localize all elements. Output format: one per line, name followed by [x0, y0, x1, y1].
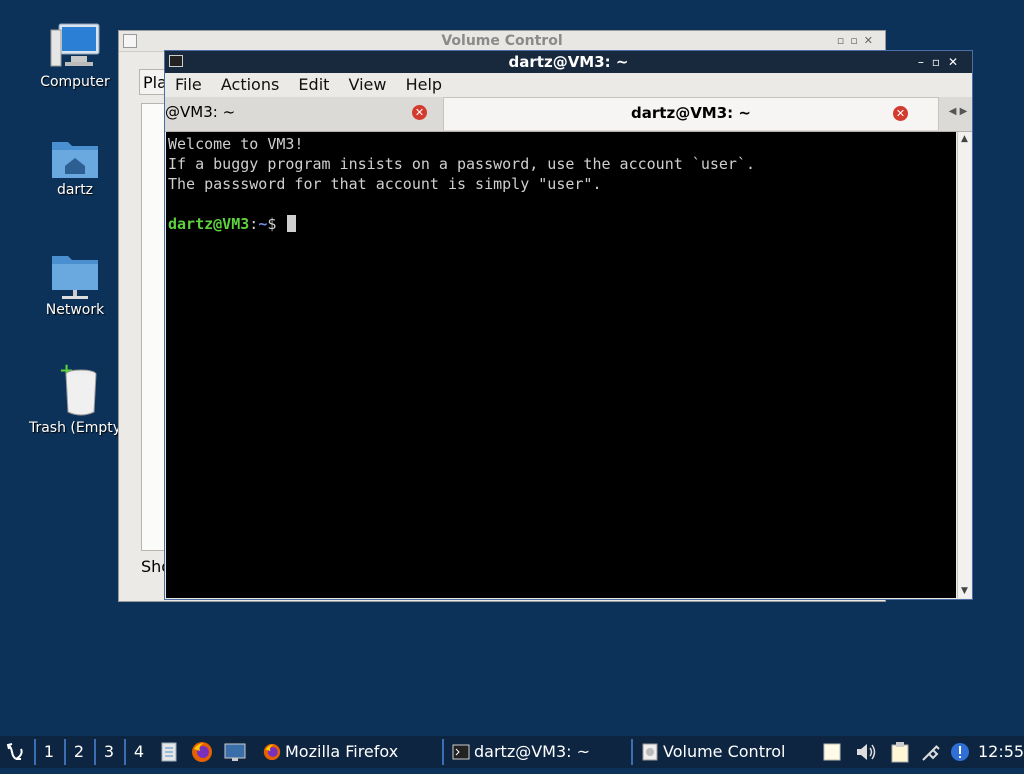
terminal-tabbar: @VM3: ~ ✕ dartz@VM3: ~ ✕ ◀ ▶ — [165, 97, 972, 132]
tray-clipboard[interactable] — [890, 736, 912, 768]
firefox-icon — [263, 743, 281, 761]
terminal-icon — [452, 744, 470, 760]
desktop-icon-label: Computer — [40, 74, 110, 90]
menu-actions[interactable]: Actions — [221, 75, 279, 94]
start-menu-icon — [6, 743, 23, 760]
terminal-scrollbar[interactable]: ▲ ▼ — [957, 132, 971, 598]
trash-icon: + — [59, 362, 97, 416]
network-plug-icon — [922, 745, 940, 761]
terminal-line: If a buggy program insists on a password… — [168, 155, 755, 173]
notes-icon — [823, 743, 841, 761]
taskbar-separator — [94, 739, 96, 765]
workspace-4[interactable]: 4 — [127, 736, 151, 768]
prompt-path: ~ — [258, 215, 268, 233]
workspace-2[interactable]: 2 — [67, 736, 91, 768]
taskbar-separator — [34, 739, 36, 765]
prompt-separator: : — [249, 215, 259, 233]
terminal-output[interactable]: Welcome to VM3! If a buggy program insist… — [166, 132, 956, 598]
prompt-symbol: $ — [267, 215, 277, 233]
remote-desktop-icon — [224, 743, 246, 761]
desktop-icon-computer[interactable]: Computer — [20, 20, 130, 90]
desktop-icon-label: dartz — [56, 182, 94, 198]
scroll-up-icon[interactable]: ▲ — [958, 132, 971, 146]
home-folder-icon — [52, 142, 98, 178]
tray-notes[interactable] — [822, 736, 844, 768]
volume-control-icon — [642, 743, 658, 761]
taskbar: 1 2 3 4 Mozilla Firefox dartz@VM3: ~ Vol… — [0, 736, 1024, 768]
terminal-app-icon — [169, 55, 183, 67]
tab-scroll-arrows[interactable]: ◀ ▶ — [944, 97, 972, 130]
clock[interactable]: 12:55 — [978, 736, 1024, 768]
network-folder-icon — [52, 256, 98, 299]
menu-file[interactable]: File — [175, 75, 202, 94]
terminal-prompt-line: dartz@VM3:~$ — [168, 214, 956, 234]
firefox-icon — [192, 742, 212, 762]
volume-control-titlebar[interactable]: Volume Control ▫▫✕ — [119, 31, 885, 52]
window-controls[interactable]: ▫▫✕ — [837, 31, 879, 51]
taskbar-separator — [64, 739, 66, 765]
task-terminal[interactable]: dartz@VM3: ~ — [444, 736, 659, 768]
tab-inactive[interactable]: @VM3: ~ ✕ — [165, 97, 441, 130]
task-firefox[interactable]: Mozilla Firefox — [255, 736, 470, 768]
workspace-1[interactable]: 1 — [37, 736, 61, 768]
task-volume-control[interactable]: Volume Control — [633, 736, 848, 768]
launcher-firefox[interactable] — [191, 736, 213, 768]
menu-edit[interactable]: Edit — [298, 75, 329, 94]
terminal-title: dartz@VM3: ~ — [508, 53, 629, 71]
terminal-line: The passsword for that account is simply… — [168, 175, 602, 193]
terminal-line: Welcome to VM3! — [168, 135, 304, 153]
task-label: Volume Control — [663, 742, 786, 761]
volume-control-title: Volume Control — [441, 33, 563, 49]
clipboard-icon — [891, 742, 909, 763]
launcher-file-manager[interactable] — [160, 736, 180, 768]
terminal-window[interactable]: dartz@VM3: ~ –▫✕ File Actions Edit View … — [164, 50, 973, 600]
desktop-icon-label: Trash (Empty — [28, 420, 122, 436]
terminal-menubar: File Actions Edit View Help — [165, 73, 972, 97]
start-menu-button[interactable] — [4, 736, 30, 768]
tray-network[interactable] — [920, 736, 944, 768]
computer-icon — [50, 23, 100, 67]
file-manager-icon — [161, 742, 177, 762]
tab-label: dartz@VM3: ~ — [631, 104, 751, 122]
workspace-3[interactable]: 3 — [97, 736, 121, 768]
desktop-icon-trash[interactable]: + Trash (Empty — [20, 362, 130, 436]
menu-help[interactable]: Help — [406, 75, 442, 94]
text-cursor — [287, 215, 297, 232]
prompt-user: dartz@VM3 — [168, 215, 250, 233]
desktop-icon-label: Network — [45, 302, 105, 318]
tab-close-icon[interactable]: ✕ — [412, 105, 427, 120]
window-controls[interactable]: –▫✕ — [918, 51, 966, 73]
task-label: dartz@VM3: ~ — [474, 742, 591, 761]
desktop-icon-network[interactable]: Network — [20, 252, 130, 318]
volume-control-app-icon — [123, 34, 137, 48]
tray-update[interactable] — [950, 736, 972, 768]
tab-active[interactable]: dartz@VM3: ~ ✕ — [443, 97, 939, 130]
launcher-remote-desktop[interactable] — [224, 736, 246, 768]
taskbar-separator — [124, 739, 126, 765]
scroll-down-icon[interactable]: ▼ — [958, 584, 971, 598]
terminal-titlebar[interactable]: dartz@VM3: ~ –▫✕ — [165, 51, 972, 73]
tray-volume[interactable] — [854, 736, 878, 768]
desktop-icon-dartz[interactable]: dartz — [20, 136, 130, 198]
volume-icon — [857, 744, 876, 760]
tab-close-icon[interactable]: ✕ — [893, 106, 908, 121]
menu-view[interactable]: View — [349, 75, 387, 94]
tab-label: @VM3: ~ — [165, 103, 236, 121]
info-alert-icon — [951, 743, 969, 761]
task-label: Mozilla Firefox — [285, 742, 399, 761]
